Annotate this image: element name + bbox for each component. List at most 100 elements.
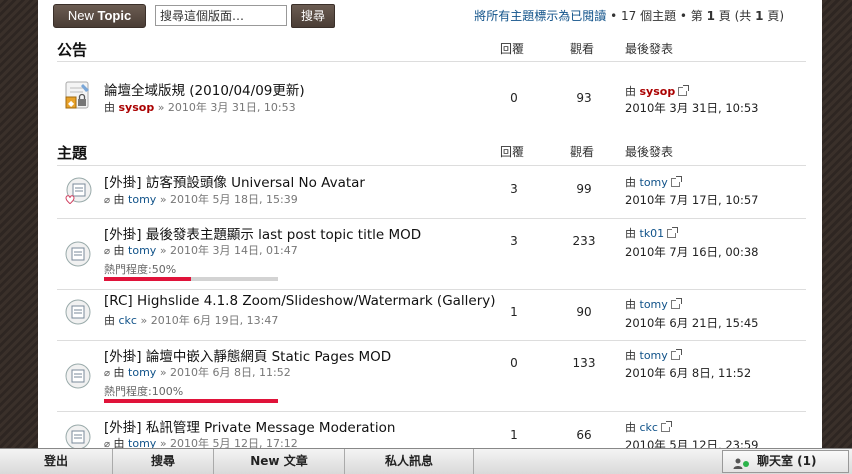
topic-title-link[interactable]: [RC] Highslide 4.1.8 Zoom/Slideshow/Wate… <box>104 293 496 309</box>
by-label: 由 <box>113 244 125 257</box>
post-date: » 2010年 3月 31日, 10:53 <box>157 101 296 114</box>
last-post-author: 由 tomy <box>625 174 682 190</box>
author-link[interactable]: tomy <box>128 437 156 448</box>
logout-button[interactable]: 登出 <box>0 449 113 474</box>
by-label: 由 <box>113 366 125 379</box>
topic-title-link[interactable]: [外掛] 論壇中嵌入靜態網頁 Static Pages MOD <box>104 345 391 365</box>
page-total: 1 <box>755 9 764 23</box>
by-label: 由 <box>104 101 115 114</box>
post-date: » 2010年 5月 12日, 17:12 <box>159 437 298 448</box>
mark-all-read-link[interactable]: 將所有主題標示為已閱讀 <box>474 9 606 23</box>
topic-meta: ⌀ 由 tomy » 2010年 5月 18日, 15:39 <box>104 191 298 207</box>
by-label: 由 <box>625 176 636 189</box>
new-topic-button[interactable]: New Topic <box>53 4 146 28</box>
author-link[interactable]: ckc <box>119 314 137 327</box>
topic-title-link[interactable]: [外掛] 最後發表主題顯示 last post topic title MOD <box>104 223 421 243</box>
popularity-fill <box>104 399 278 403</box>
topic-title-link[interactable]: 論壇全域版規 (2010/04/09更新) <box>104 79 305 99</box>
paperclip-icon: ⌀ <box>104 195 111 206</box>
last-post-user-link[interactable]: tk01 <box>640 227 665 240</box>
by-label: 由 <box>113 193 125 206</box>
private-messages-button[interactable]: 私人訊息 <box>345 449 474 474</box>
last-post-date: 2010年 6月 21日, 15:45 <box>625 316 759 330</box>
topic-read-icon <box>63 297 93 327</box>
replies-count: 3 <box>510 234 518 248</box>
last-post-author: 由 tomy <box>625 296 682 312</box>
topic-read-icon <box>63 422 93 448</box>
page-current: 1 <box>706 9 715 23</box>
last-post-user-link[interactable]: tomy <box>640 176 668 189</box>
chat-room-button[interactable]: 聊天室 (1) <box>722 450 849 473</box>
pagination-info: 將所有主題標示為已閱讀 • 17 個主題 • 第 1 頁 (共 1 頁) <box>474 7 784 24</box>
replies-column-header: 回覆 <box>500 42 525 56</box>
topic-meta: ⌀ 由 tomy » 2010年 6月 8日, 11:52 <box>104 364 291 380</box>
last-post-column-header: 最後發表 <box>625 42 674 56</box>
topic-row[interactable]: [外掛] 最後發表主題顯示 last post topic title MOD … <box>57 219 806 289</box>
last-post-user-link[interactable]: sysop <box>640 85 676 98</box>
author-link[interactable]: tomy <box>128 366 156 379</box>
topic-meta: ⌀ 由 tomy » 2010年 5月 12日, 17:12 <box>104 435 298 448</box>
last-post-date: 2010年 7月 16日, 00:38 <box>625 245 759 259</box>
author-link[interactable]: tomy <box>128 193 156 206</box>
announcement-lock-icon: ◆ <box>63 80 93 110</box>
post-date: » 2010年 6月 8日, 11:52 <box>159 366 291 379</box>
topics-title: 主題 <box>57 144 88 162</box>
popularity-bar <box>104 399 278 403</box>
views-count: 66 <box>576 428 592 442</box>
topic-title-link[interactable]: [外掛] 私訊管理 Private Message Moderation <box>104 416 395 436</box>
views-count: 99 <box>576 182 592 196</box>
last-post-user-link[interactable]: ckc <box>640 421 658 434</box>
by-label: 由 <box>625 85 636 98</box>
by-label: 由 <box>104 314 115 327</box>
views-column-header: 觀看 <box>570 145 595 159</box>
new-posts-prefix: New <box>250 454 280 468</box>
users-online-icon <box>733 456 751 474</box>
search-button[interactable]: 搜尋 <box>291 4 335 28</box>
topic-row[interactable]: [RC] Highslide 4.1.8 Zoom/Slideshow/Wate… <box>57 290 806 340</box>
search-forum-input[interactable] <box>155 5 287 26</box>
views-count: 233 <box>572 234 596 248</box>
topic-meta: 由 ckc » 2010年 6月 19日, 13:47 <box>104 312 278 328</box>
last-post-user-link[interactable]: tomy <box>640 349 668 362</box>
replies-column-header: 回覆 <box>500 145 525 159</box>
paperclip-icon: ⌀ <box>104 439 111 448</box>
announcements-header: 公告 回覆 觀看 最後發表 <box>57 36 806 62</box>
goto-last-post-icon[interactable] <box>670 298 682 309</box>
last-post-author: 由 sysop <box>625 83 690 99</box>
popularity-fill <box>104 277 191 281</box>
goto-last-post-icon[interactable] <box>667 227 679 238</box>
author-link[interactable]: tomy <box>128 244 156 257</box>
topic-row[interactable]: [外掛] 私訊管理 Private Message Moderation ⌀ 由… <box>57 412 806 448</box>
last-post-user-link[interactable]: tomy <box>640 298 668 311</box>
goto-last-post-icon[interactable] <box>678 85 690 96</box>
post-date: » 2010年 5月 18日, 15:39 <box>159 193 298 206</box>
popularity-label: 熱門程度:100% <box>104 385 184 398</box>
goto-last-post-icon[interactable] <box>670 176 682 187</box>
search-nav-button[interactable]: 搜尋 <box>113 449 214 474</box>
topics-header: 主題 回覆 觀看 最後發表 <box>57 139 806 165</box>
replies-count: 1 <box>510 305 518 319</box>
last-post-author: 由 tomy <box>625 347 682 363</box>
paperclip-icon: ⌀ <box>104 246 111 257</box>
announcement-row[interactable]: ◆ 論壇全域版規 (2010/04/09更新) 由 sysop » 2010年 … <box>57 62 806 126</box>
last-post-column-header: 最後發表 <box>625 145 674 159</box>
last-post-author: 由 tk01 <box>625 225 679 241</box>
last-post-date: 2010年 3月 31日, 10:53 <box>625 101 759 115</box>
topic-heart-icon <box>63 176 93 206</box>
forum-panel: New Topic 搜尋 將所有主題標示為已閱讀 • 17 個主題 • 第 1 … <box>38 0 822 474</box>
last-post-date: 2010年 6月 8日, 11:52 <box>625 366 752 380</box>
topic-count-text: • 17 個主題 • 第 <box>610 9 703 23</box>
bottom-nav-bar: 登出 搜尋 New 文章 私人訊息 聊天室 (1) <box>0 448 852 474</box>
post-date: » 2010年 6月 19日, 13:47 <box>140 314 279 327</box>
page-end: 頁) <box>767 9 784 23</box>
topic-row[interactable]: [外掛] 訪客預設頭像 Universal No Avatar ⌀ 由 tomy… <box>57 166 806 218</box>
views-count: 133 <box>572 356 596 370</box>
views-column-header: 觀看 <box>570 42 595 56</box>
topic-row[interactable]: [外掛] 論壇中嵌入靜態網頁 Static Pages MOD ⌀ 由 tomy… <box>57 341 806 411</box>
topic-title-link[interactable]: [外掛] 訪客預設頭像 Universal No Avatar <box>104 171 365 191</box>
new-posts-button[interactable]: New 文章 <box>214 449 345 474</box>
goto-last-post-icon[interactable] <box>670 349 682 360</box>
popularity-bar <box>104 277 278 281</box>
goto-last-post-icon[interactable] <box>660 421 672 432</box>
author-link[interactable]: sysop <box>119 101 155 114</box>
